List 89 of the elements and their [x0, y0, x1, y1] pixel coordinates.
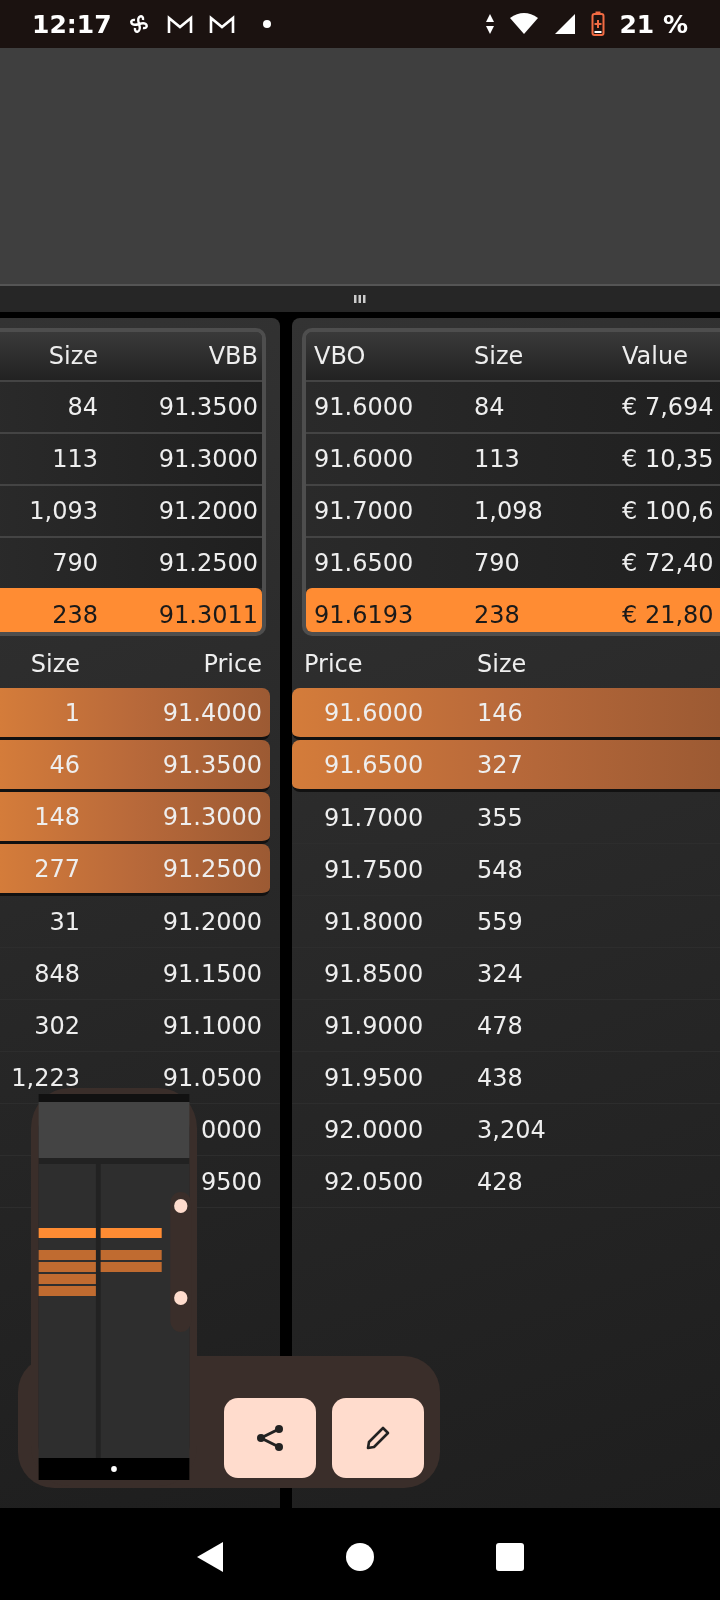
column-header: VBB	[207, 342, 258, 370]
table-cell-text: 355	[477, 803, 524, 832]
column-header: Price	[202, 650, 262, 678]
table-cell-text: € 7,694	[622, 393, 715, 421]
table-cell-text: 91.3000	[157, 445, 258, 473]
back-icon[interactable]	[195, 1540, 225, 1574]
table-cell-text: 790	[51, 549, 98, 577]
battery-icon	[591, 11, 606, 37]
wifi-icon	[509, 12, 540, 36]
drag-handle-icon[interactable]	[354, 295, 366, 303]
share-button[interactable]	[224, 1398, 316, 1478]
table-cell-text: 1	[63, 698, 80, 727]
table-cell-text: 91.6193	[314, 601, 415, 629]
dot-icon	[261, 19, 272, 29]
table-cell-text: 559	[477, 907, 524, 936]
table-cell-text: 91.9500	[323, 1063, 425, 1092]
table-cell-text: 91.3500	[157, 393, 258, 421]
data-arrows-icon	[485, 12, 496, 36]
table-cell-text: € 100,6	[622, 497, 715, 525]
edit-button[interactable]	[332, 1398, 424, 1478]
pencil-icon	[364, 1424, 392, 1452]
table-cell-text: 91.2500	[157, 549, 258, 577]
table-cell-text: 31	[48, 907, 80, 936]
table-cell-text: 327	[477, 750, 524, 779]
table-cell-text: 46	[48, 750, 80, 779]
table-cell-text: 91.1000	[161, 1011, 262, 1040]
table-cell-text: 91.3500	[161, 750, 262, 779]
table-cell-text: 238	[51, 601, 98, 629]
table-cell-text: 790	[474, 549, 521, 577]
table-cell-text: 146	[477, 698, 524, 727]
table-cell-text: 548	[477, 855, 524, 884]
table-cell-text: 148	[33, 802, 80, 831]
column-header: Size	[29, 650, 80, 678]
signal-icon	[553, 12, 578, 36]
table-cell-text: 478	[477, 1011, 524, 1040]
column-header: Value	[622, 342, 689, 370]
table-cell-text: 277	[33, 854, 80, 883]
column-header: VBO	[314, 342, 367, 370]
clock: 12:17	[32, 9, 112, 39]
table-cell-text: 9500	[199, 1167, 262, 1196]
table-cell-text: 91.2500	[161, 854, 262, 883]
table-cell-text: 91.6000	[314, 445, 415, 473]
mail-icon	[165, 13, 194, 35]
recents-icon[interactable]	[495, 1542, 525, 1572]
mail-icon	[207, 13, 236, 35]
table-cell-text: 91.6000	[323, 698, 425, 727]
table-cell-text: 92.0500	[323, 1167, 425, 1196]
table-cell-text: 302	[33, 1011, 80, 1040]
table-cell-text: 91.2000	[157, 497, 258, 525]
share-icon	[255, 1423, 285, 1453]
table-cell-text: 91.2000	[161, 907, 262, 936]
table-cell-text: 91.7000	[314, 497, 415, 525]
table-cell-text: 1,093	[28, 497, 98, 525]
table-cell-text: 91.3011	[157, 601, 258, 629]
table-cell-text: 91.8500	[323, 959, 425, 988]
table-cell-text: 91.3000	[161, 802, 262, 831]
column-header: Size	[474, 342, 525, 370]
column-header: Size	[477, 650, 528, 678]
table-cell-text: 3,204	[477, 1115, 547, 1144]
table-cell-text: € 10,35	[622, 445, 715, 473]
table-cell-text: 91.8000	[323, 907, 425, 936]
table-cell-text: 91.7000	[323, 803, 425, 832]
column-header: Price	[303, 650, 364, 678]
table-cell-text: 324	[477, 959, 524, 988]
table-cell-text: 91.6500	[314, 549, 415, 577]
table-cell-text: 1,098	[474, 497, 544, 525]
table-cell-text: € 72,40	[622, 549, 715, 577]
table-cell-text: 84	[66, 393, 98, 421]
battery-level: 21 %	[619, 9, 688, 39]
table-cell-text: € 21,80	[622, 601, 715, 629]
home-icon[interactable]	[345, 1542, 375, 1572]
table-cell-text: 113	[474, 445, 521, 473]
table-cell-text: 238	[474, 601, 521, 629]
table-cell-text: 91.7500	[323, 855, 425, 884]
table-cell-text: 91.9000	[323, 1011, 425, 1040]
column-header: Size	[47, 342, 98, 370]
table-cell-text: 428	[477, 1167, 524, 1196]
table-cell-text: 91.1500	[161, 959, 262, 988]
table-cell-text: 84	[474, 393, 506, 421]
table-cell-text: 91.4000	[161, 698, 262, 727]
table-cell-text: 113	[51, 445, 98, 473]
table-cell-text: 848	[33, 959, 80, 988]
table-cell-text: 91.6000	[314, 393, 415, 421]
table-cell-text: 1,223	[10, 1063, 80, 1092]
table-cell-text: 91.6500	[323, 750, 425, 779]
table-cell-text: 91.0500	[161, 1063, 262, 1092]
table-cell-text: 0000	[199, 1115, 262, 1144]
table-cell-text: 92.0000	[323, 1115, 425, 1144]
table-cell-text: 438	[477, 1063, 524, 1092]
